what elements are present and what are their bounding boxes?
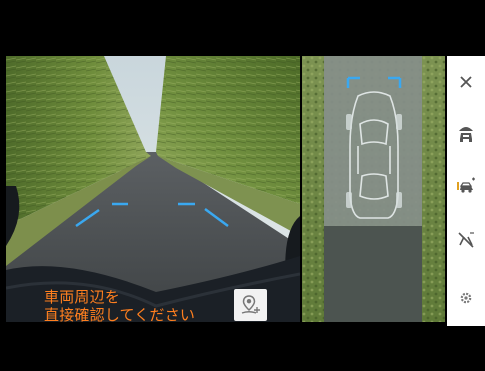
front-view-button[interactable] (447, 114, 485, 154)
front-camera-image (6, 56, 300, 322)
birds-eye-view (302, 56, 445, 322)
car-side-camera-icon (457, 177, 475, 193)
parking-assist-screen: 車両周辺を 直接確認してください (0, 0, 485, 371)
side-view-button[interactable] (447, 166, 485, 206)
close-button[interactable] (447, 62, 485, 102)
guide-line-off-icon (458, 232, 474, 248)
caution-message-line2: 直接確認してください (44, 306, 196, 324)
front-camera-view (6, 56, 300, 322)
location-person-icon (241, 295, 260, 314)
birds-eye-image (302, 56, 445, 322)
caution-message: 車両周辺を 直接確認してください (44, 288, 195, 324)
settings-button[interactable] (447, 278, 485, 318)
location-help-button[interactable] (234, 289, 267, 321)
caution-message-line1: 車両周辺を (44, 288, 121, 306)
side-menu (447, 56, 485, 326)
car-front-view-icon (459, 127, 473, 142)
guide-line-toggle-button[interactable] (447, 220, 485, 260)
gear-icon (460, 292, 472, 304)
close-icon (460, 76, 472, 88)
